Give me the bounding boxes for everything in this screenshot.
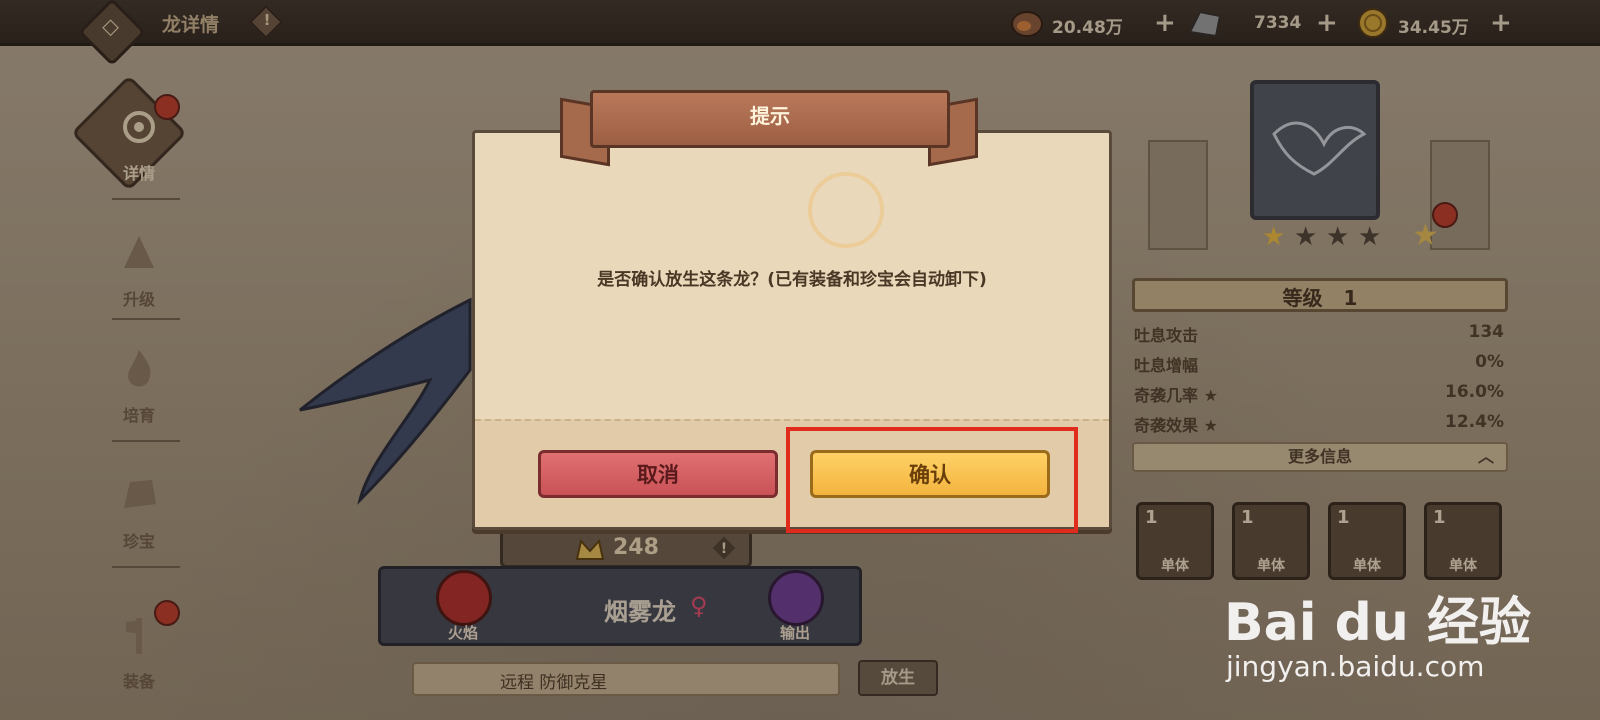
baidu-jingyan-watermark: Bai du 经验	[1224, 593, 1531, 653]
dialog-message: 是否确认放生这条龙？(已有装备和珍宝会自动卸下)	[597, 270, 987, 290]
watermark-url: jingyan.baidu.com	[1226, 650, 1485, 683]
dialog-title: 提示	[750, 104, 790, 128]
cancel-button[interactable]: 取消	[538, 450, 778, 498]
confirm-highlight-box	[786, 427, 1078, 533]
loading-ring-icon	[808, 172, 884, 248]
